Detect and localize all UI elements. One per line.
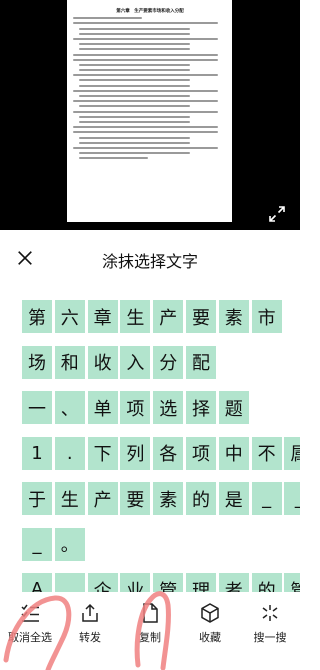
search-button[interactable]: 搜一搜 [240,600,300,660]
expand-icon[interactable] [268,205,286,223]
char-cell[interactable]: 项 [120,391,151,424]
deselect-all-button[interactable]: 取消全选 [0,600,60,660]
favorite-button[interactable]: 收藏 [180,600,240,660]
char-cell[interactable]: 一 [22,391,52,424]
char-cell[interactable]: 是 [218,482,249,515]
share-icon [82,603,98,622]
char-cell[interactable]: 要 [120,482,151,515]
forward-button[interactable]: 转发 [60,600,120,660]
bottom-toolbar: 取消全选 转发 复制 收藏 搜一搜 [0,592,300,670]
search-label: 搜一搜 [253,631,287,644]
text-row: 于生产要素的是__ [0,482,300,515]
char-cell[interactable]: 。 [54,527,85,561]
char-cell[interactable]: 列 [120,436,151,470]
copy-label: 复制 [139,631,161,644]
char-cell[interactable]: 择 [186,391,216,424]
char-cell[interactable]: 生 [120,300,151,333]
text-row: 1.下列各项中不属 [0,436,300,470]
copy-icon [143,603,158,623]
char-cell[interactable]: _ [251,482,282,515]
character-selection-area[interactable]: 第六章生产要素市场和收入分配一、单项选择题1.下列各项中不属于生产要素的是___… [0,300,300,600]
screen: 第六章 生产要素市场和收入分配 涂抹选择文字 第 六 章 生 产 要 素 市 场… [0,0,300,670]
char-cell[interactable]: 场 [22,345,52,379]
document-preview: 第六章 生产要素市场和收入分配 [0,0,300,230]
forward-label: 转发 [79,631,101,644]
document-thumbnail[interactable]: 第六章 生产要素市场和收入分配 [67,0,232,222]
char-cell[interactable]: 六 [54,300,85,333]
text-row: 第六章生产要素市 [0,300,300,333]
char-cell[interactable]: 1 [22,436,52,470]
char-cell[interactable]: 配 [186,345,216,379]
char-cell[interactable]: 市 [251,300,282,333]
char-cell[interactable]: 各 [153,436,184,470]
header: 涂抹选择文字 [0,230,300,286]
text-row: 一、单项选择题 [0,391,300,424]
char-cell[interactable]: . [54,436,85,470]
char-cell[interactable]: 、 [54,391,85,424]
char-cell[interactable]: 素 [153,482,184,515]
char-cell[interactable]: 收 [87,345,118,379]
char-cell[interactable]: 章 [87,300,118,333]
char-cell[interactable]: 项 [186,436,216,470]
char-cell[interactable]: 分 [153,345,184,379]
char-cell[interactable]: _ [22,527,52,561]
document-title: 第六章 生产要素市场和收入分配 [116,9,184,14]
char-cell[interactable]: 题 [218,391,249,424]
char-cell[interactable]: 单 [87,391,118,424]
char-cell[interactable]: 和 [54,345,85,379]
char-cell[interactable]: 产 [153,300,184,333]
text-row: 场和收入分配 [0,345,300,379]
cube-icon [201,603,219,623]
deselect-all-label: 取消全选 [8,631,52,644]
text-row: _。 [0,527,300,561]
char-cell[interactable]: 属 [284,436,300,470]
char-cell[interactable]: 下 [87,436,118,470]
char-cell[interactable]: _ [284,482,300,515]
char-cell[interactable]: 不 [251,436,282,470]
sparkle-search-icon [262,605,278,621]
char-cell[interactable]: 选 [153,391,184,424]
list-check-icon [21,604,39,622]
char-cell[interactable]: 于 [22,482,52,515]
char-cell[interactable]: 的 [186,482,216,515]
copy-button[interactable]: 复制 [120,600,180,660]
favorite-label: 收藏 [199,631,221,644]
char-cell[interactable]: 入 [120,345,151,379]
char-cell[interactable]: 生 [54,482,85,515]
char-cell[interactable]: 素 [218,300,249,333]
page-title: 涂抹选择文字 [101,252,198,271]
char-cell[interactable]: 要 [186,300,216,333]
char-cell[interactable]: 产 [87,482,118,515]
char-cell[interactable]: 中 [218,436,249,470]
char-cell[interactable]: 第 [22,300,52,333]
